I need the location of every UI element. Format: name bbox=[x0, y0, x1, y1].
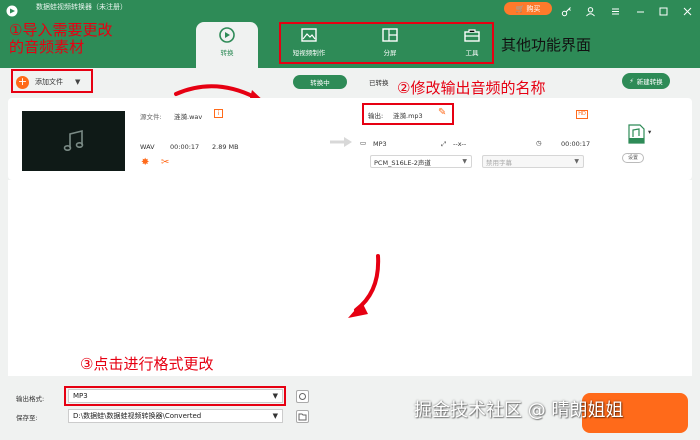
app-window: 数据蛙视频转换器（未注册） 🛒 购买 转换 短视频制作 分屏 工具 ①导入需要更… bbox=[0, 0, 700, 440]
source-label: 源文件: bbox=[140, 113, 162, 121]
audio-thumbnail[interactable] bbox=[22, 111, 125, 171]
new-convert-button[interactable]: ⚡ 新建转换 bbox=[622, 73, 670, 89]
audio-format-icon: ▭ bbox=[360, 139, 367, 147]
annotation-step3: ③点击进行格式更改 bbox=[80, 355, 214, 373]
music-note-icon bbox=[63, 129, 83, 151]
tab-convert[interactable]: 转换 bbox=[196, 22, 258, 68]
chevron-down-icon: ▼ bbox=[272, 412, 278, 420]
output-duration: 00:00:17 bbox=[561, 140, 591, 148]
watermark: 掘金技术社区 @ 晴朗姐姐 bbox=[414, 400, 624, 421]
arrow-right-icon bbox=[330, 137, 352, 147]
save-path-value: D:\数据蛙\数据蛙视频转换器\Converted bbox=[73, 412, 202, 420]
buy-label: 购买 bbox=[526, 4, 541, 13]
save-path-select[interactable]: D:\数据蛙\数据蛙视频转换器\Converted ▼ bbox=[68, 409, 283, 423]
source-format: WAV bbox=[140, 143, 155, 151]
convert-icon bbox=[219, 27, 235, 43]
output-format: MP3 bbox=[373, 140, 387, 148]
save-to-label: 保存至: bbox=[16, 414, 38, 422]
output-format-value: MP3 bbox=[73, 392, 88, 400]
subtitle-value: 禁用字幕 bbox=[486, 158, 512, 167]
chevron-down-icon[interactable]: ▾ bbox=[648, 128, 651, 136]
minimize-icon[interactable] bbox=[635, 2, 646, 13]
clock-icon: ◷ bbox=[536, 139, 542, 147]
audio-track-select[interactable]: PCM_S16LE-2声道 ▼ bbox=[370, 155, 472, 168]
menu-icon[interactable] bbox=[610, 2, 621, 15]
resize-icon: ⤢ bbox=[441, 140, 447, 148]
effects-icon[interactable]: ✸ bbox=[141, 157, 149, 168]
output-format-select[interactable]: MP3 ▼ bbox=[68, 389, 283, 403]
folder-icon[interactable] bbox=[296, 410, 309, 423]
lightning-icon: ⚡ bbox=[629, 77, 634, 85]
source-duration: 00:00:17 bbox=[170, 143, 200, 151]
user-icon[interactable] bbox=[585, 2, 596, 17]
output-format-label: 输出格式: bbox=[16, 395, 45, 403]
info-icon[interactable]: i bbox=[214, 109, 223, 118]
source-filename: 涟漪.wav bbox=[174, 113, 203, 121]
close-icon[interactable] bbox=[682, 2, 693, 16]
tab-converted[interactable]: 已转换 bbox=[369, 77, 389, 87]
app-title: 数据蛙视频转换器（未注册） bbox=[36, 3, 127, 11]
app-logo-icon bbox=[6, 2, 18, 17]
scissors-icon[interactable]: ✂ bbox=[161, 157, 169, 168]
maximize-icon[interactable] bbox=[658, 2, 669, 16]
new-convert-label: 新建转换 bbox=[636, 78, 663, 86]
annotation-box-features bbox=[279, 22, 494, 64]
output-filename[interactable]: 涟漪.mp3 bbox=[393, 110, 423, 120]
hd-badge[interactable]: HD bbox=[576, 110, 588, 119]
annotation-step2: ②修改输出音频的名称 bbox=[397, 79, 546, 97]
annotation-arrow-icon bbox=[348, 254, 381, 318]
format-settings-icon[interactable] bbox=[296, 390, 309, 403]
mp3-file-icon[interactable] bbox=[628, 124, 645, 144]
key-icon[interactable] bbox=[561, 2, 572, 17]
output-label: 输出: bbox=[368, 112, 384, 120]
audio-track-value: PCM_S16LE-2声道 bbox=[374, 158, 431, 167]
settings-button[interactable]: 设置 bbox=[622, 153, 644, 163]
buy-button[interactable]: 🛒 购买 bbox=[504, 2, 552, 15]
source-size: 2.89 MB bbox=[212, 143, 239, 151]
cart-icon: 🛒 bbox=[515, 4, 525, 13]
output-resolution: --x-- bbox=[453, 140, 467, 148]
chevron-down-icon: ▼ bbox=[574, 158, 579, 165]
annotation-box-add-file bbox=[11, 69, 93, 93]
annotation-step1: ①导入需要更改 的音频素材 bbox=[9, 21, 113, 56]
edit-pencil-icon[interactable]: ✎ bbox=[438, 107, 446, 118]
subtitle-select[interactable]: 禁用字幕 ▼ bbox=[482, 155, 584, 168]
chevron-down-icon: ▼ bbox=[462, 158, 467, 165]
tab-label: 转换 bbox=[220, 49, 234, 57]
tab-converting[interactable]: 转换中 bbox=[293, 75, 347, 89]
chevron-down-icon: ▼ bbox=[272, 392, 278, 400]
annotation-other-features: 其他功能界面 bbox=[501, 36, 592, 54]
